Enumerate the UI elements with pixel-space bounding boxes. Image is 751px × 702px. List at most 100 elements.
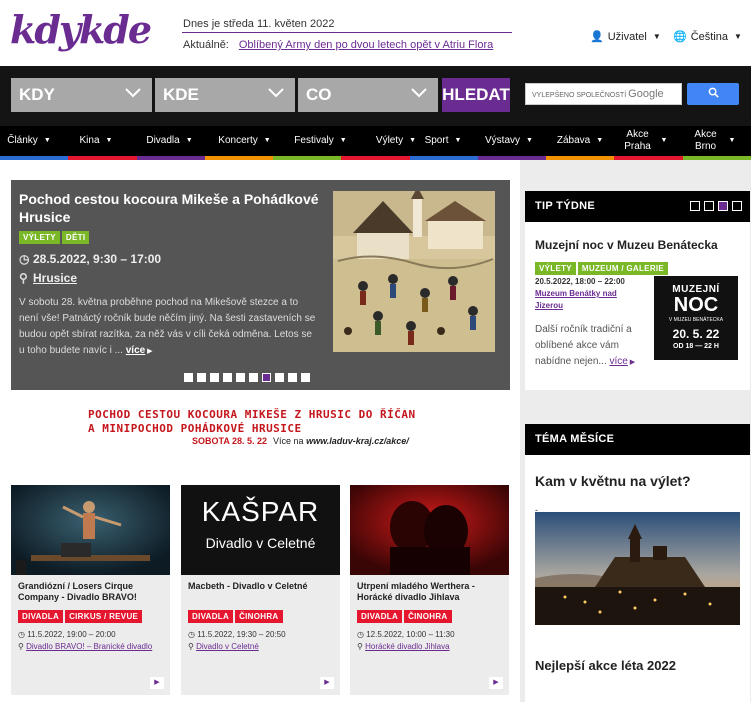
card-more-button[interactable]: ▶ <box>320 677 334 689</box>
card-title[interactable]: Grandiózní / Losers Cirque Company - Div… <box>11 575 170 603</box>
google-search-button[interactable] <box>687 83 739 105</box>
nav-item-2[interactable]: Kina ▼ <box>60 126 132 156</box>
slider-image[interactable] <box>333 191 495 352</box>
user-menu[interactable]: 👤 Uživatel ▼ <box>590 30 661 43</box>
slider-dot[interactable] <box>223 373 232 382</box>
card-tags: DIVADLA ČINOHRA <box>350 603 509 624</box>
caret-down-icon: ▼ <box>43 137 51 144</box>
nav-item-5[interactable]: Festivaly ▼ <box>283 126 358 156</box>
tip-image[interactable]: MUZEJNÍ NOC V MUZEU BENÁTECKA 20. 5. 22 … <box>654 276 738 360</box>
tip-heading-text: TIP TÝDNE <box>535 200 595 212</box>
tag-cirkus[interactable]: CIRKUS / REVUE <box>65 610 143 623</box>
slider-text: V sobotu 28. května proběhne pochod na M… <box>19 295 319 360</box>
card-place-link[interactable]: Divadlo v Celetné <box>196 642 259 651</box>
nav-item-label: Divadla <box>146 135 180 146</box>
event-card[interactable]: Utrpení mladého Werthera - Horácké divad… <box>350 485 509 695</box>
slider-dot[interactable] <box>249 373 258 382</box>
slider-more-link[interactable]: více <box>126 345 145 356</box>
tip-box[interactable]: Muzejní noc v Muzeu Benátecka VÝLETY MUZE… <box>525 222 750 390</box>
nav-item-4[interactable]: Koncerty ▼ <box>207 126 282 156</box>
slider-dot[interactable] <box>184 373 193 382</box>
banner-line1: Pochod cestou kocoura Mikeše z Hrusic do… <box>88 408 416 421</box>
kdy-select[interactable]: KDY <box>11 78 152 112</box>
tag-deti[interactable]: DĚTI <box>61 231 90 244</box>
tag-cinohra[interactable]: ČINOHRA <box>404 610 452 623</box>
slider-dot[interactable] <box>275 373 284 382</box>
card-title[interactable]: Macbeth - Divadlo v Celetné <box>181 575 340 603</box>
card-tags: DIVADLA CIRKUS / REVUE <box>11 603 170 624</box>
banner-url: www.laduv-kraj.cz/akce/ <box>306 436 409 446</box>
caret-down-icon: ▼ <box>652 32 661 41</box>
tip-img-line2: NOC <box>673 294 719 316</box>
nav-item-11[interactable]: Akce Brno ▼ <box>674 126 750 156</box>
tema-title[interactable]: Kam v květnu na výlet? <box>535 473 691 489</box>
tag-divadla[interactable]: DIVADLA <box>18 610 64 623</box>
card-image[interactable] <box>350 485 509 575</box>
news-link[interactable]: Oblíbený Army den po dvou letech opět v … <box>239 39 493 51</box>
promo-banner[interactable]: Pochod cestou kocoura Mikeše z Hrusic do… <box>88 408 433 458</box>
site-logo[interactable]: kdykde <box>10 8 152 52</box>
card-more-button[interactable]: ▶ <box>489 677 503 689</box>
tag-divadla[interactable]: DIVADLA <box>188 610 234 623</box>
nav-item-3[interactable]: Divadla ▼ <box>133 126 206 156</box>
search-button[interactable]: HLEDAT <box>442 78 510 112</box>
slider-dots <box>184 373 310 382</box>
triangle-right-icon: ▶ <box>493 679 499 686</box>
language-menu[interactable]: 🌐 Čeština ▼ <box>673 30 742 43</box>
slider-dot[interactable] <box>301 373 310 382</box>
tema-next-title[interactable]: Nejlepší akce léta 2022 <box>535 658 676 673</box>
card-tags: DIVADLA ČINOHRA <box>181 603 340 624</box>
tip-dot[interactable] <box>690 201 700 211</box>
tip-dot[interactable] <box>704 201 714 211</box>
event-card[interactable]: Grandiózní / Losers Cirque Company - Div… <box>11 485 170 695</box>
nav-item-1[interactable]: Články ▼ <box>0 126 58 156</box>
co-select[interactable]: CO <box>298 78 438 112</box>
slider-dot[interactable] <box>236 373 245 382</box>
tag-divadla[interactable]: DIVADLA <box>357 610 403 623</box>
event-card[interactable]: KAŠPAR Divadlo v Celetné Macbeth - Divad… <box>181 485 340 695</box>
card-image[interactable] <box>11 485 170 575</box>
chevron-down-icon <box>411 88 427 98</box>
tag-cinohra[interactable]: ČINOHRA <box>235 610 283 623</box>
card-place-link[interactable]: Horácké divadlo Jihlava <box>365 642 450 651</box>
tip-dot[interactable] <box>718 201 728 211</box>
slider-dot[interactable] <box>288 373 297 382</box>
tip-date-text: 20.5.2022, 18:00 – 22:00 <box>535 277 625 286</box>
card-image-title: KAŠPAR <box>201 496 320 527</box>
caret-down-icon: ▼ <box>728 137 736 144</box>
tag-vylety[interactable]: VÝLETY <box>19 231 60 244</box>
card-more-button[interactable]: ▶ <box>150 677 164 689</box>
card-image[interactable]: KAŠPAR Divadlo v Celetné <box>181 485 340 575</box>
nav-item-9[interactable]: Zábava ▼ <box>546 126 614 156</box>
slider-title[interactable]: Pochod cestou kocoura Mikeše a Pohádkové… <box>19 190 329 226</box>
nav-item-7[interactable]: Sport ▼ <box>413 126 473 156</box>
tema-box[interactable]: Kam v květnu na výlet? - Nejlepší akce l… <box>525 455 750 702</box>
caret-down-icon: ▼ <box>185 137 193 144</box>
tip-more-link[interactable]: více <box>610 356 628 367</box>
slider-place-link[interactable]: Hrusice <box>33 271 77 285</box>
slider-dot[interactable] <box>197 373 206 382</box>
tip-title[interactable]: Muzejní noc v Muzeu Benátecka <box>535 238 718 252</box>
nav-item-10[interactable]: Akce Praha ▼ <box>616 126 672 156</box>
news-label: Aktuálně: <box>183 39 229 51</box>
slider-dot[interactable] <box>210 373 219 382</box>
tip-place-link[interactable]: Muzeum Benátky nad Jizerou <box>535 289 617 310</box>
tag-muzeum[interactable]: MUZEUM / GALERIE <box>577 262 669 275</box>
tag-vylety[interactable]: VÝLETY <box>535 262 576 275</box>
co-label: CO <box>306 85 332 104</box>
banner-footer: SOBOTA 28. 5. 22 Více na www.laduv-kraj.c… <box>192 436 433 446</box>
tip-dot[interactable] <box>732 201 742 211</box>
tema-image[interactable] <box>535 512 740 625</box>
kde-select[interactable]: KDE <box>155 78 295 112</box>
slider-dot[interactable] <box>262 373 271 382</box>
language-menu-label: Čeština <box>690 31 728 43</box>
card-place-link[interactable]: Divadlo BRAVO! – Branické divadlo <box>26 642 152 651</box>
triangle-right-icon: ▶ <box>627 359 636 366</box>
banner-date: SOBOTA 28. 5. 22 <box>192 436 268 446</box>
map-pin-icon: ⚲ <box>188 642 197 651</box>
nav-item-8[interactable]: Výstavy ▼ <box>474 126 544 156</box>
google-search-input[interactable]: VYLEPŠENO SPOLEČNOSTÍ Google <box>525 83 682 105</box>
card-title[interactable]: Utrpení mladého Werthera - Horácké divad… <box>350 575 509 603</box>
caret-down-icon: ▼ <box>526 137 533 144</box>
nav-item-label: Zábava <box>556 135 591 146</box>
